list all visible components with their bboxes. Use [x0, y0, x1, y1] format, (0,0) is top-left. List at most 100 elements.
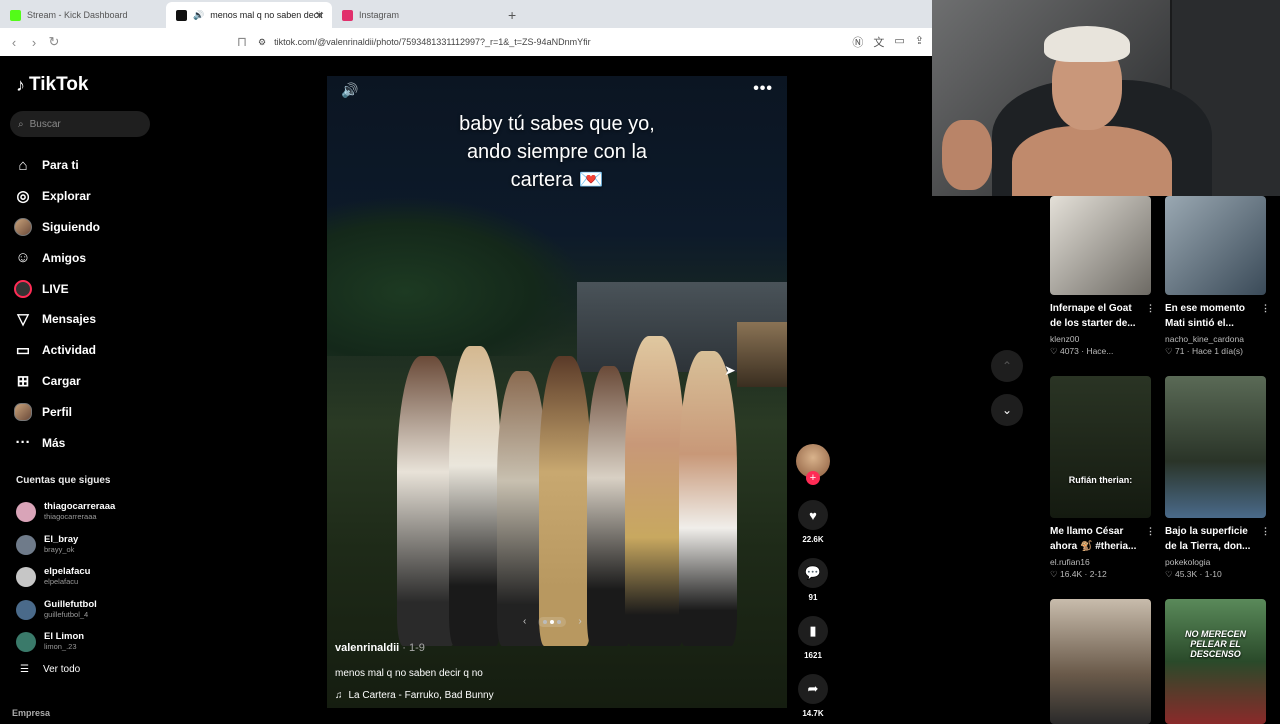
- follow-plus-icon[interactable]: +: [806, 471, 820, 485]
- chevron-right-icon[interactable]: ›: [578, 616, 581, 627]
- music-title: La Cartera - Farruko, Bad Bunny: [348, 690, 494, 701]
- bookmark-icon[interactable]: ⊓: [232, 34, 252, 50]
- recommended-video[interactable]: Rufián therian: Me llamo César ahora 🐒 #…: [1050, 376, 1155, 580]
- streamer-hand: [942, 120, 992, 190]
- carousel-dot[interactable]: [557, 619, 562, 624]
- nav-cargar[interactable]: ⊞ Cargar: [14, 366, 154, 397]
- share-arrow-icon[interactable]: ➦: [798, 674, 828, 704]
- video-thumbnail[interactable]: [1050, 196, 1151, 295]
- tab-title: menos mal q no saben decir: [210, 10, 324, 20]
- tiktok-logo[interactable]: ♪ TikTok: [16, 74, 88, 96]
- following-account[interactable]: thiagocarreraaa thiagocarreraaa: [16, 496, 115, 529]
- music-link[interactable]: ♫ La Cartera - Farruko, Bad Bunny: [335, 690, 494, 701]
- chevron-up-icon[interactable]: ⌃: [991, 350, 1023, 382]
- video-stats: ♡ 45.3K · 1-10: [1165, 569, 1222, 579]
- video-thumbnail[interactable]: Rufián therian:: [1050, 376, 1151, 518]
- bookmark-icon[interactable]: ▮: [798, 616, 828, 646]
- recommended-video[interactable]: NO MERECEN PELEAR EL DESCENSO: [1165, 599, 1266, 724]
- volume-icon[interactable]: 🔊: [341, 82, 358, 99]
- see-all-link[interactable]: ☰ Ver todo: [20, 664, 80, 675]
- carousel-dots: [538, 616, 567, 627]
- carousel-dot[interactable]: [543, 619, 548, 624]
- following-account[interactable]: Guillefutbol guillefutbol_4: [16, 594, 115, 627]
- search-placeholder: Buscar: [29, 118, 61, 130]
- nav-live[interactable]: LIVE: [14, 273, 154, 304]
- nav-perfil[interactable]: Perfil: [14, 396, 154, 427]
- avatar: [16, 599, 36, 620]
- following-list: thiagocarreraaa thiagocarreraaa El_bray br…: [16, 496, 115, 659]
- video-thumbnail[interactable]: NO MERECEN PELEAR EL DESCENSO: [1165, 599, 1266, 724]
- recommended-video[interactable]: [1050, 599, 1151, 724]
- following-account[interactable]: El_bray brayy_ok: [16, 529, 115, 562]
- video-author[interactable]: pokekologia: [1165, 557, 1266, 567]
- kebab-menu-icon[interactable]: ⋮: [1146, 524, 1155, 539]
- comment-icon[interactable]: 💬: [798, 558, 828, 588]
- recommended-video[interactable]: Bajo la superficie de la Tierra, don... ⋮…: [1165, 376, 1270, 580]
- like-count: 22.6K: [802, 535, 824, 544]
- company-link[interactable]: Empresa: [12, 708, 50, 718]
- nav-amigos[interactable]: ☺ Amigos: [14, 242, 154, 273]
- tab-kick-dashboard[interactable]: Stream - Kick Dashboard: [0, 2, 166, 28]
- account-handle: limon_.23: [44, 642, 77, 652]
- nav-mas[interactable]: ··· Más: [14, 427, 154, 458]
- chevron-down-icon[interactable]: ⌄: [991, 394, 1023, 426]
- back-icon[interactable]: ‹: [4, 35, 24, 50]
- comment-action[interactable]: 💬 91: [796, 558, 830, 602]
- following-account[interactable]: El Limon limon_.23: [16, 626, 115, 659]
- comment-count: 91: [808, 593, 818, 602]
- like-action[interactable]: ♥ 22.6K: [796, 500, 830, 544]
- kebab-menu-icon[interactable]: ⋮: [1261, 301, 1270, 316]
- video-thumbnail[interactable]: [1165, 196, 1266, 295]
- reload-icon[interactable]: ↻: [44, 34, 64, 50]
- new-tab-button[interactable]: +: [498, 2, 528, 28]
- brand-name: TikTok: [29, 74, 89, 95]
- photo-post-player[interactable]: 🔊 ••• baby tú sabes que yo, ando siempre…: [327, 76, 787, 708]
- recommended-video[interactable]: En ese momento Mati sintió el... ⋮ nacho_…: [1165, 196, 1270, 357]
- chevron-left-icon[interactable]: ‹: [523, 616, 526, 627]
- share-icon[interactable]: ⇪: [915, 34, 924, 50]
- nav-label: Mensajes: [42, 312, 97, 327]
- more-options-icon[interactable]: •••: [753, 80, 773, 98]
- forward-icon[interactable]: ›: [24, 35, 44, 50]
- live-icon: [14, 279, 32, 298]
- translate-icon[interactable]: 文: [873, 34, 884, 50]
- kebab-menu-icon[interactable]: ⋮: [1146, 301, 1155, 316]
- account-handle: elpelafacu: [44, 577, 79, 587]
- tab-instagram[interactable]: Instagram: [332, 2, 498, 28]
- nav-actividad[interactable]: ▭ Actividad: [14, 335, 154, 366]
- video-thumbnail[interactable]: [1050, 599, 1151, 724]
- nav-label: Perfil: [42, 404, 73, 419]
- close-tab-icon[interactable]: ✕: [315, 9, 324, 22]
- nav-explorar[interactable]: ◎ Explorar: [14, 181, 154, 212]
- video-title: Infernape el Goat de los starter de... ⋮: [1050, 301, 1155, 331]
- nav-mensajes[interactable]: ▽ Mensajes: [14, 304, 154, 335]
- speaker-icon: 🔊: [193, 9, 205, 20]
- kebab-menu-icon[interactable]: ⋮: [1261, 524, 1270, 539]
- video-author[interactable]: klenz00: [1050, 334, 1151, 344]
- streamer-body: [1012, 126, 1172, 196]
- post-author[interactable]: valenrinaldii · 1-9: [335, 642, 494, 654]
- url-field[interactable]: ⚙ tiktok.com/@valenrinaldii/photo/759348…: [258, 32, 848, 52]
- carousel-dot[interactable]: [550, 619, 555, 624]
- share-action[interactable]: ➦ 14.7K: [796, 674, 830, 718]
- save-action[interactable]: ▮ 1621: [796, 616, 830, 660]
- site-info-icon[interactable]: ⚙: [258, 37, 266, 48]
- following-account[interactable]: elpelafacu elpelafacu: [16, 561, 115, 594]
- cast-icon[interactable]: ▭: [894, 34, 904, 50]
- reader-icon[interactable]: Ⓝ: [852, 34, 863, 50]
- creator-avatar[interactable]: +: [796, 444, 830, 485]
- recommended-video[interactable]: Infernape el Goat de los starter de... ⋮ …: [1050, 196, 1155, 357]
- tab-tiktok-post[interactable]: 🔊 menos mal q no saben decir ✕: [166, 2, 332, 28]
- nav-siguiendo[interactable]: Siguiendo: [14, 212, 154, 243]
- video-author[interactable]: nacho_kine_cardona: [1165, 334, 1266, 344]
- nav-label: Para ti: [42, 158, 79, 173]
- video-title: En ese momento Mati sintió el... ⋮: [1165, 301, 1270, 331]
- video-thumbnail[interactable]: [1165, 376, 1266, 518]
- more-dots-icon: ···: [15, 434, 31, 452]
- heart-icon[interactable]: ♥: [798, 500, 828, 530]
- nav-para-ti[interactable]: ⌂ Para ti: [14, 150, 154, 181]
- video-author[interactable]: el.rufian16: [1050, 557, 1151, 567]
- instagram-favicon-icon: [342, 9, 353, 21]
- search-input[interactable]: ⌕ Buscar: [10, 111, 150, 137]
- home-icon: ⌂: [18, 156, 28, 174]
